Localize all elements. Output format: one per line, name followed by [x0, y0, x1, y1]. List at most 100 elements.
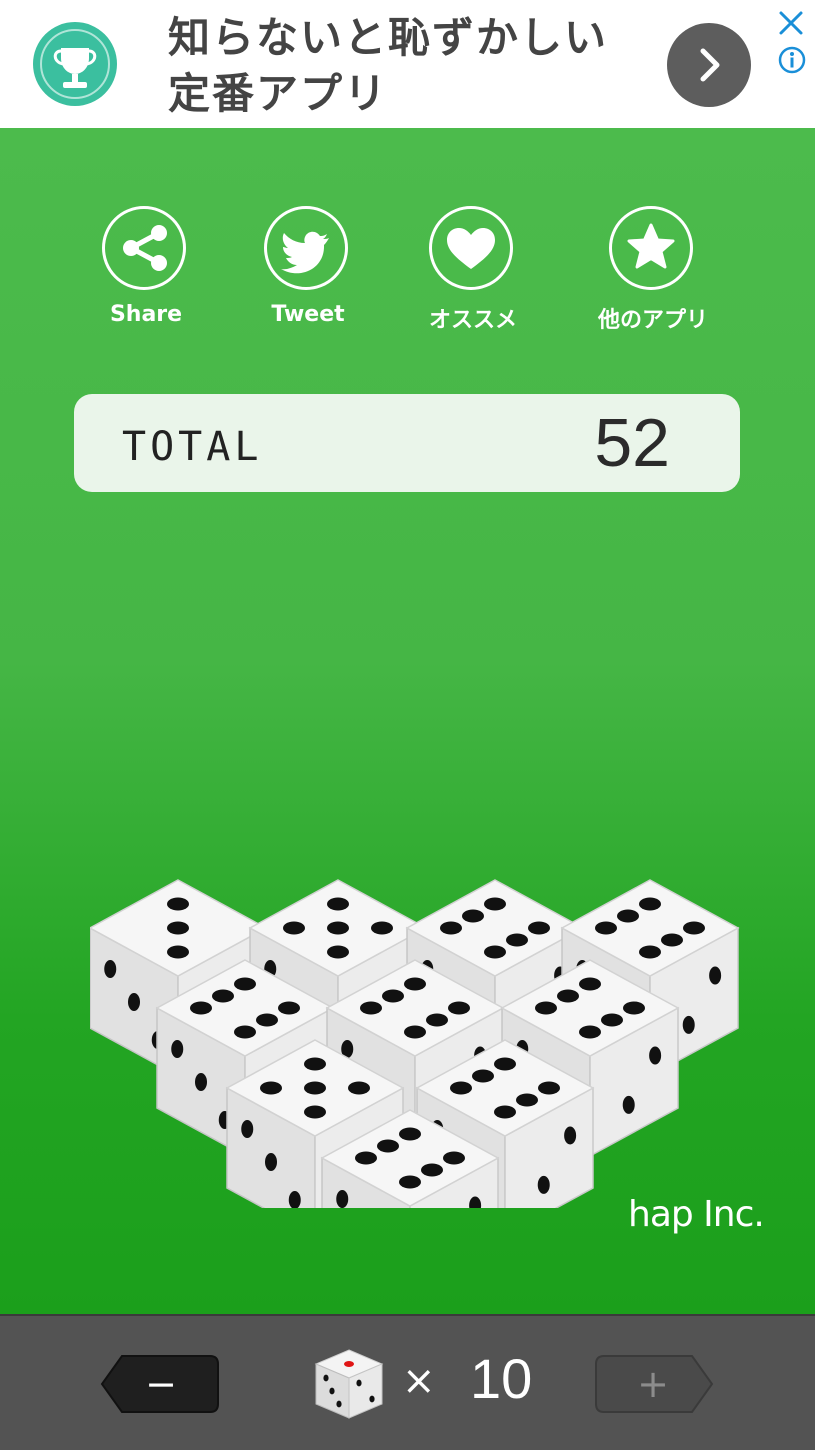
- die-pip: [623, 1001, 645, 1015]
- other-apps-label: 他のアプリ: [597, 308, 708, 333]
- multiply-symbol: ×: [402, 1358, 436, 1404]
- die-pip: [601, 1013, 623, 1027]
- die-pip: [336, 1190, 349, 1209]
- die-pip: [537, 1175, 550, 1194]
- minus-icon: −: [145, 1362, 177, 1406]
- die-pip: [278, 1001, 300, 1015]
- die-pip: [360, 1001, 382, 1015]
- die-pip: [484, 945, 506, 959]
- die-pip: [382, 989, 404, 1003]
- die-pip: [535, 1001, 557, 1015]
- die-pip: [260, 1081, 282, 1095]
- ad-open-button[interactable]: [667, 23, 751, 107]
- tweet-button[interactable]: Tweet: [228, 202, 388, 332]
- die-pip: [327, 945, 349, 959]
- die-pip: [538, 1081, 560, 1095]
- share-label: Share: [109, 302, 183, 327]
- die-pip: [443, 1151, 465, 1165]
- die-pip: [404, 1025, 426, 1039]
- die-pip: [639, 897, 661, 911]
- ad-headline[interactable]: 知らないと恥ずかしい 定番アプリ: [168, 10, 648, 122]
- die-pip: [709, 966, 722, 985]
- die-pip: [167, 945, 189, 959]
- die-pip: [128, 993, 140, 1011]
- die-pip: [494, 1057, 516, 1071]
- die-pip: [617, 909, 639, 923]
- game-area: Share Tweet オススメ 他のアプリ TOTAL 52 hap Inc.: [0, 128, 815, 1314]
- die-pip: [304, 1057, 326, 1071]
- increase-dice-button[interactable]: +: [592, 1354, 714, 1414]
- heart-icon: [429, 206, 513, 290]
- die-pip: [190, 1001, 212, 1015]
- recommend-button[interactable]: オススメ: [393, 202, 553, 333]
- dice-tray[interactable]: [88, 768, 750, 1308]
- die-pip: [421, 1163, 443, 1177]
- dice-canvas[interactable]: [88, 768, 750, 1308]
- die-pip: [622, 1095, 635, 1114]
- total-panel: TOTAL 52: [74, 394, 740, 492]
- die-pip: [440, 921, 462, 935]
- ad-line-1: 知らないと恥ずかしい: [168, 13, 609, 62]
- die-pip: [462, 909, 484, 923]
- die-pip: [404, 977, 426, 991]
- die-pip: [448, 1001, 470, 1015]
- die-pip: [683, 921, 705, 935]
- die-pip: [639, 945, 661, 959]
- die-pip: [450, 1081, 472, 1095]
- die-pip: [528, 921, 550, 935]
- die-pip: [283, 921, 305, 935]
- die-pip: [426, 1013, 448, 1027]
- developer-credit: hap Inc.: [628, 1194, 765, 1235]
- die-pip: [377, 1139, 399, 1153]
- die-pip: [557, 989, 579, 1003]
- ad-banner[interactable]: 知らないと恥ずかしい 定番アプリ: [0, 0, 815, 128]
- die-pip: [212, 989, 234, 1003]
- ad-close-icon[interactable]: [774, 6, 808, 40]
- die-pip: [682, 1015, 695, 1034]
- die-pip: [516, 1093, 538, 1107]
- die-icon: [312, 1346, 386, 1422]
- plus-icon: +: [637, 1362, 669, 1406]
- die-pip: [195, 1073, 207, 1091]
- die-pip: [399, 1175, 421, 1189]
- die-pip: [472, 1069, 494, 1083]
- die-pip: [579, 977, 601, 991]
- share-icon: [102, 206, 186, 290]
- die-pip: [327, 897, 349, 911]
- star-icon: [609, 206, 693, 290]
- die-pip: [304, 1081, 326, 1095]
- die-pip: [355, 1151, 377, 1165]
- die-pip: [371, 921, 393, 935]
- decrease-dice-button[interactable]: −: [100, 1354, 222, 1414]
- trophy-icon[interactable]: [33, 22, 117, 106]
- die-pip: [579, 1025, 601, 1039]
- die-pip: [661, 933, 683, 947]
- chevron-right-icon: [700, 48, 720, 82]
- die-pip: [241, 1120, 254, 1139]
- die-pip: [171, 1040, 184, 1059]
- share-button[interactable]: Share: [66, 202, 226, 332]
- ad-line-2: 定番アプリ: [168, 69, 389, 118]
- die-pip: [265, 1153, 277, 1171]
- die-pip: [649, 1046, 662, 1065]
- die-pip: [256, 1013, 278, 1027]
- other-apps-button[interactable]: 他のアプリ: [573, 202, 733, 333]
- die-pip: [399, 1127, 421, 1141]
- tweet-label: Tweet: [271, 302, 345, 327]
- die-pip: [167, 921, 189, 935]
- total-label: TOTAL: [122, 424, 263, 470]
- twitter-bird-icon: [264, 206, 348, 290]
- die-pip: [167, 897, 189, 911]
- die-pip: [494, 1105, 516, 1119]
- die-pip: [506, 933, 528, 947]
- recommend-label: オススメ: [428, 308, 517, 333]
- die-pip: [348, 1081, 370, 1095]
- die-pip: [564, 1126, 577, 1145]
- die-pip: [484, 897, 506, 911]
- die-pip: [595, 921, 617, 935]
- total-value: 52: [594, 405, 670, 481]
- ad-info-icon[interactable]: [777, 45, 807, 75]
- die-pip: [234, 1025, 256, 1039]
- die-pip: [304, 1105, 326, 1119]
- die-pip: [234, 977, 256, 991]
